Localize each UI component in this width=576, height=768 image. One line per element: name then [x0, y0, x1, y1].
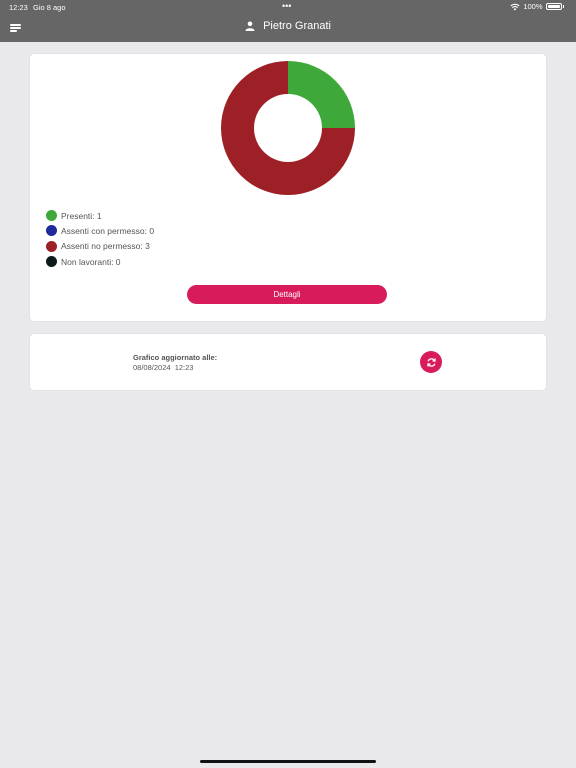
- donut-slice-presenti[interactable]: [288, 61, 355, 128]
- home-indicator[interactable]: [200, 760, 376, 763]
- status-time: 12:23: [9, 3, 28, 12]
- chart-legend: Presenti: 1 Assenti con permesso: 0 Asse…: [46, 208, 154, 269]
- battery-tip: [562, 5, 564, 8]
- details-button[interactable]: Dettagli: [187, 285, 387, 304]
- updated-value: 08/08/2024 12:23: [133, 363, 194, 372]
- header-title: Pietro Granati: [0, 20, 576, 32]
- refresh-button[interactable]: [420, 351, 442, 373]
- legend-item-assenti-no-permesso: Assenti no permesso: 3: [46, 239, 154, 254]
- legend-item-assenti-con-permesso: Assenti con permesso: 0: [46, 223, 154, 238]
- donut-chart: [221, 61, 355, 195]
- legend-dot-presenti: [46, 210, 57, 222]
- legend-label-assenti-no-permesso: Assenti no permesso: 3: [61, 241, 150, 252]
- legend-item-presenti: Presenti: 1: [46, 208, 154, 223]
- legend-dot-assenti-con-permesso: [46, 225, 57, 237]
- legend-label-assenti-con-permesso: Assenti con permesso: 0: [61, 225, 155, 236]
- top-bar: 12:23 Gio 8 ago ••• 100% Pietro Granati: [0, 0, 576, 42]
- status-right: 100%: [510, 2, 564, 11]
- battery-icon: [545, 3, 562, 10]
- refresh-icon: [426, 357, 436, 367]
- legend-label-non-lavoranti: Non lavoranti: 0: [61, 256, 121, 267]
- wifi-icon: [510, 3, 520, 10]
- update-info-card: Grafico aggiornato alle: 08/08/2024 12:2…: [30, 334, 546, 390]
- multitask-dots[interactable]: •••: [282, 1, 291, 11]
- legend-label-presenti: Presenti: 1: [61, 210, 102, 221]
- chart-card: Presenti: 1 Assenti con permesso: 0 Asse…: [30, 54, 546, 321]
- updated-label: Grafico aggiornato alle:: [133, 353, 218, 362]
- person-icon: [245, 21, 255, 32]
- legend-item-non-lavoranti: Non lavoranti: 0: [46, 254, 154, 269]
- legend-dot-assenti-no-permesso: [46, 240, 57, 252]
- user-name: Pietro Granati: [263, 20, 331, 33]
- status-date: Gio 8 ago: [33, 3, 66, 12]
- legend-dot-non-lavoranti: [46, 256, 57, 268]
- battery-percent: 100%: [523, 2, 543, 11]
